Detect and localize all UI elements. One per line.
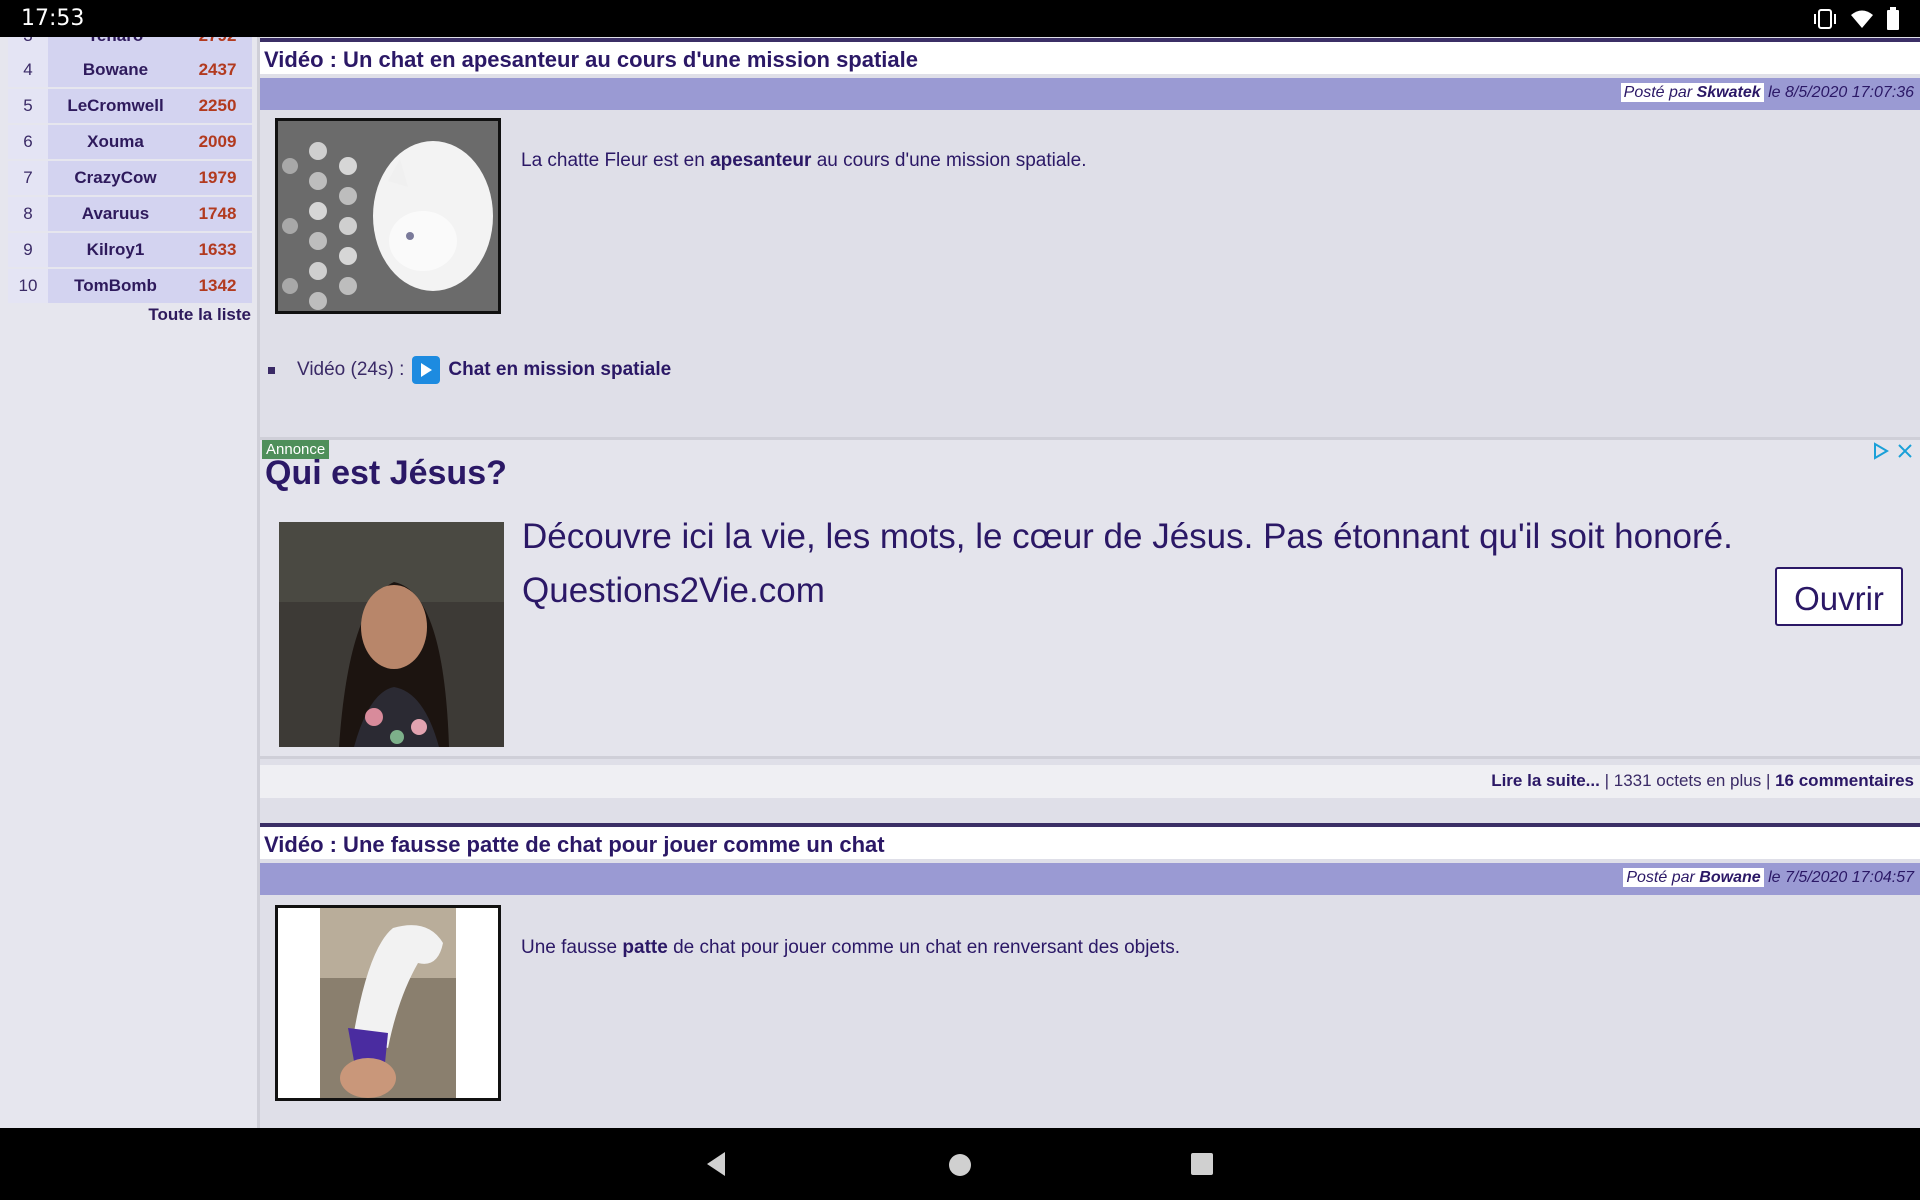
fake-paw-image xyxy=(278,908,498,1098)
rank-name[interactable]: Xouma xyxy=(48,132,183,152)
home-icon[interactable] xyxy=(947,1152,973,1178)
comments-link[interactable]: 16 commentaires xyxy=(1775,771,1914,790)
rank-name[interactable]: LeCromwell xyxy=(48,96,183,116)
rank-number: 5 xyxy=(8,89,48,123)
vibrate-icon xyxy=(1814,9,1836,29)
back-icon[interactable] xyxy=(703,1150,729,1178)
author-link[interactable]: Bowane xyxy=(1699,869,1760,886)
article-meta: Posté par Skwatek le 8/5/2020 17:07:36 xyxy=(260,78,1920,110)
read-more-link[interactable]: Lire la suite... xyxy=(1491,771,1600,790)
rank-name[interactable]: Avaruus xyxy=(48,204,183,224)
ranking-sidebar: 3 Tenaro 2792 4 Bowane 2437 5 LeCromwell… xyxy=(0,37,260,1128)
woman-portrait-image xyxy=(279,522,504,747)
separator: | xyxy=(1765,771,1771,790)
wifi-icon xyxy=(1851,10,1873,28)
post-info: Posté par Skwatek le 8/5/2020 17:07:36 xyxy=(1620,83,1914,102)
ad-open-button[interactable]: Ouvrir xyxy=(1775,567,1903,626)
adchoices-icon[interactable] xyxy=(1872,442,1890,460)
rank-score: 2792 xyxy=(183,37,252,46)
rank-name[interactable]: CrazyCow xyxy=(48,168,183,188)
battery-icon xyxy=(1887,7,1899,30)
main-content: Vidéo : Un chat en apesanteur au cours d… xyxy=(260,37,1920,1128)
system-nav-bar xyxy=(0,1128,1920,1200)
rank-score: 1342 xyxy=(198,276,237,295)
rank-number: 10 xyxy=(8,269,48,303)
ad-description: Découvre ici la vie, les mots, le cœur d… xyxy=(522,517,1733,556)
rank-score: 2250 xyxy=(198,96,237,115)
rank-number: 7 xyxy=(8,161,48,195)
ranking-row: 6 Xouma 2009 xyxy=(8,125,252,159)
full-list-link[interactable]: Toute la liste xyxy=(148,305,251,325)
video-label: Vidéo (24s) : xyxy=(297,359,405,380)
rank-name[interactable]: Tenaro xyxy=(48,37,183,46)
rank-score: 2437 xyxy=(198,60,237,79)
rank-score: 1979 xyxy=(198,168,237,187)
author-link[interactable]: Skwatek xyxy=(1697,84,1761,101)
ad-image[interactable] xyxy=(279,522,504,747)
rank-name[interactable]: Bowane xyxy=(48,60,183,80)
rank-number: 8 xyxy=(8,197,48,231)
rank-name[interactable]: TomBomb xyxy=(48,276,183,296)
clock: 17:53 xyxy=(21,6,85,31)
rank-score: 1748 xyxy=(198,204,237,223)
rank-number: 6 xyxy=(8,125,48,159)
close-icon[interactable] xyxy=(1896,442,1914,460)
article-thumbnail[interactable] xyxy=(275,905,501,1101)
bytes-count: 1331 octets en plus xyxy=(1613,771,1762,790)
ranking-row: 3 Tenaro 2792 xyxy=(8,37,252,53)
status-icons xyxy=(1812,7,1900,31)
posted-by-label: Posté par xyxy=(1623,84,1693,101)
article-title[interactable]: Vidéo : Une fausse patte de chat pour jo… xyxy=(260,823,1920,859)
ad-text[interactable]: Découvre ici la vie, les mots, le cœur d… xyxy=(522,510,1733,618)
ranking-row: 4 Bowane 2437 xyxy=(8,53,252,87)
rank-number: 9 xyxy=(8,233,48,267)
ad-domain: Questions2Vie.com xyxy=(522,571,825,610)
article-title[interactable]: Vidéo : Un chat en apesanteur au cours d… xyxy=(260,38,1920,74)
article-description: La chatte Fleur est en apesanteur au cou… xyxy=(521,150,1087,171)
rank-number: 3 xyxy=(8,37,48,53)
article-thumbnail[interactable] xyxy=(275,118,501,314)
ad-block[interactable]: Annonce Qui est Jésus? Découvre ici la v… xyxy=(260,437,1920,759)
video-item: Vidéo (24s) : Chat en mission spatiale xyxy=(268,356,671,384)
status-bar: 17:53 xyxy=(0,0,1920,37)
ranking-row: 7 CrazyCow 1979 xyxy=(8,161,252,195)
ranking-row: 9 Kilroy1 1633 xyxy=(8,233,252,267)
ad-controls xyxy=(1872,442,1914,460)
post-info: Posté par Bowane le 7/5/2020 17:04:57 xyxy=(1623,868,1914,887)
bullet xyxy=(268,366,275,374)
rank-score: 2009 xyxy=(198,132,237,151)
rank-name[interactable]: Kilroy1 xyxy=(48,240,183,260)
article-description: Une fausse patte de chat pour jouer comm… xyxy=(521,937,1181,958)
ranking-row: 10 TomBomb 1342 xyxy=(8,269,252,303)
ad-title[interactable]: Qui est Jésus? xyxy=(265,454,507,493)
recents-icon[interactable] xyxy=(1190,1152,1214,1176)
ranking-row: 8 Avaruus 1748 xyxy=(8,197,252,231)
video-link[interactable]: Chat en mission spatiale xyxy=(448,359,671,381)
post-date: le 8/5/2020 17:07:36 xyxy=(1768,84,1914,101)
article-meta: Posté par Bowane le 7/5/2020 17:04:57 xyxy=(260,863,1920,895)
rank-number: 4 xyxy=(8,53,48,87)
rank-score: 1633 xyxy=(198,240,237,259)
cat-drum-image xyxy=(278,121,498,311)
post-date: le 7/5/2020 17:04:57 xyxy=(1768,869,1914,886)
ranking-row: 5 LeCromwell 2250 xyxy=(8,89,252,123)
read-more-bar: Lire la suite... | 1331 octets en plus |… xyxy=(260,765,1920,798)
posted-by-label: Posté par xyxy=(1626,869,1695,886)
separator: | xyxy=(1604,771,1610,790)
web-page: 3 Tenaro 2792 4 Bowane 2437 5 LeCromwell… xyxy=(0,37,1920,1128)
play-icon[interactable] xyxy=(412,356,441,384)
